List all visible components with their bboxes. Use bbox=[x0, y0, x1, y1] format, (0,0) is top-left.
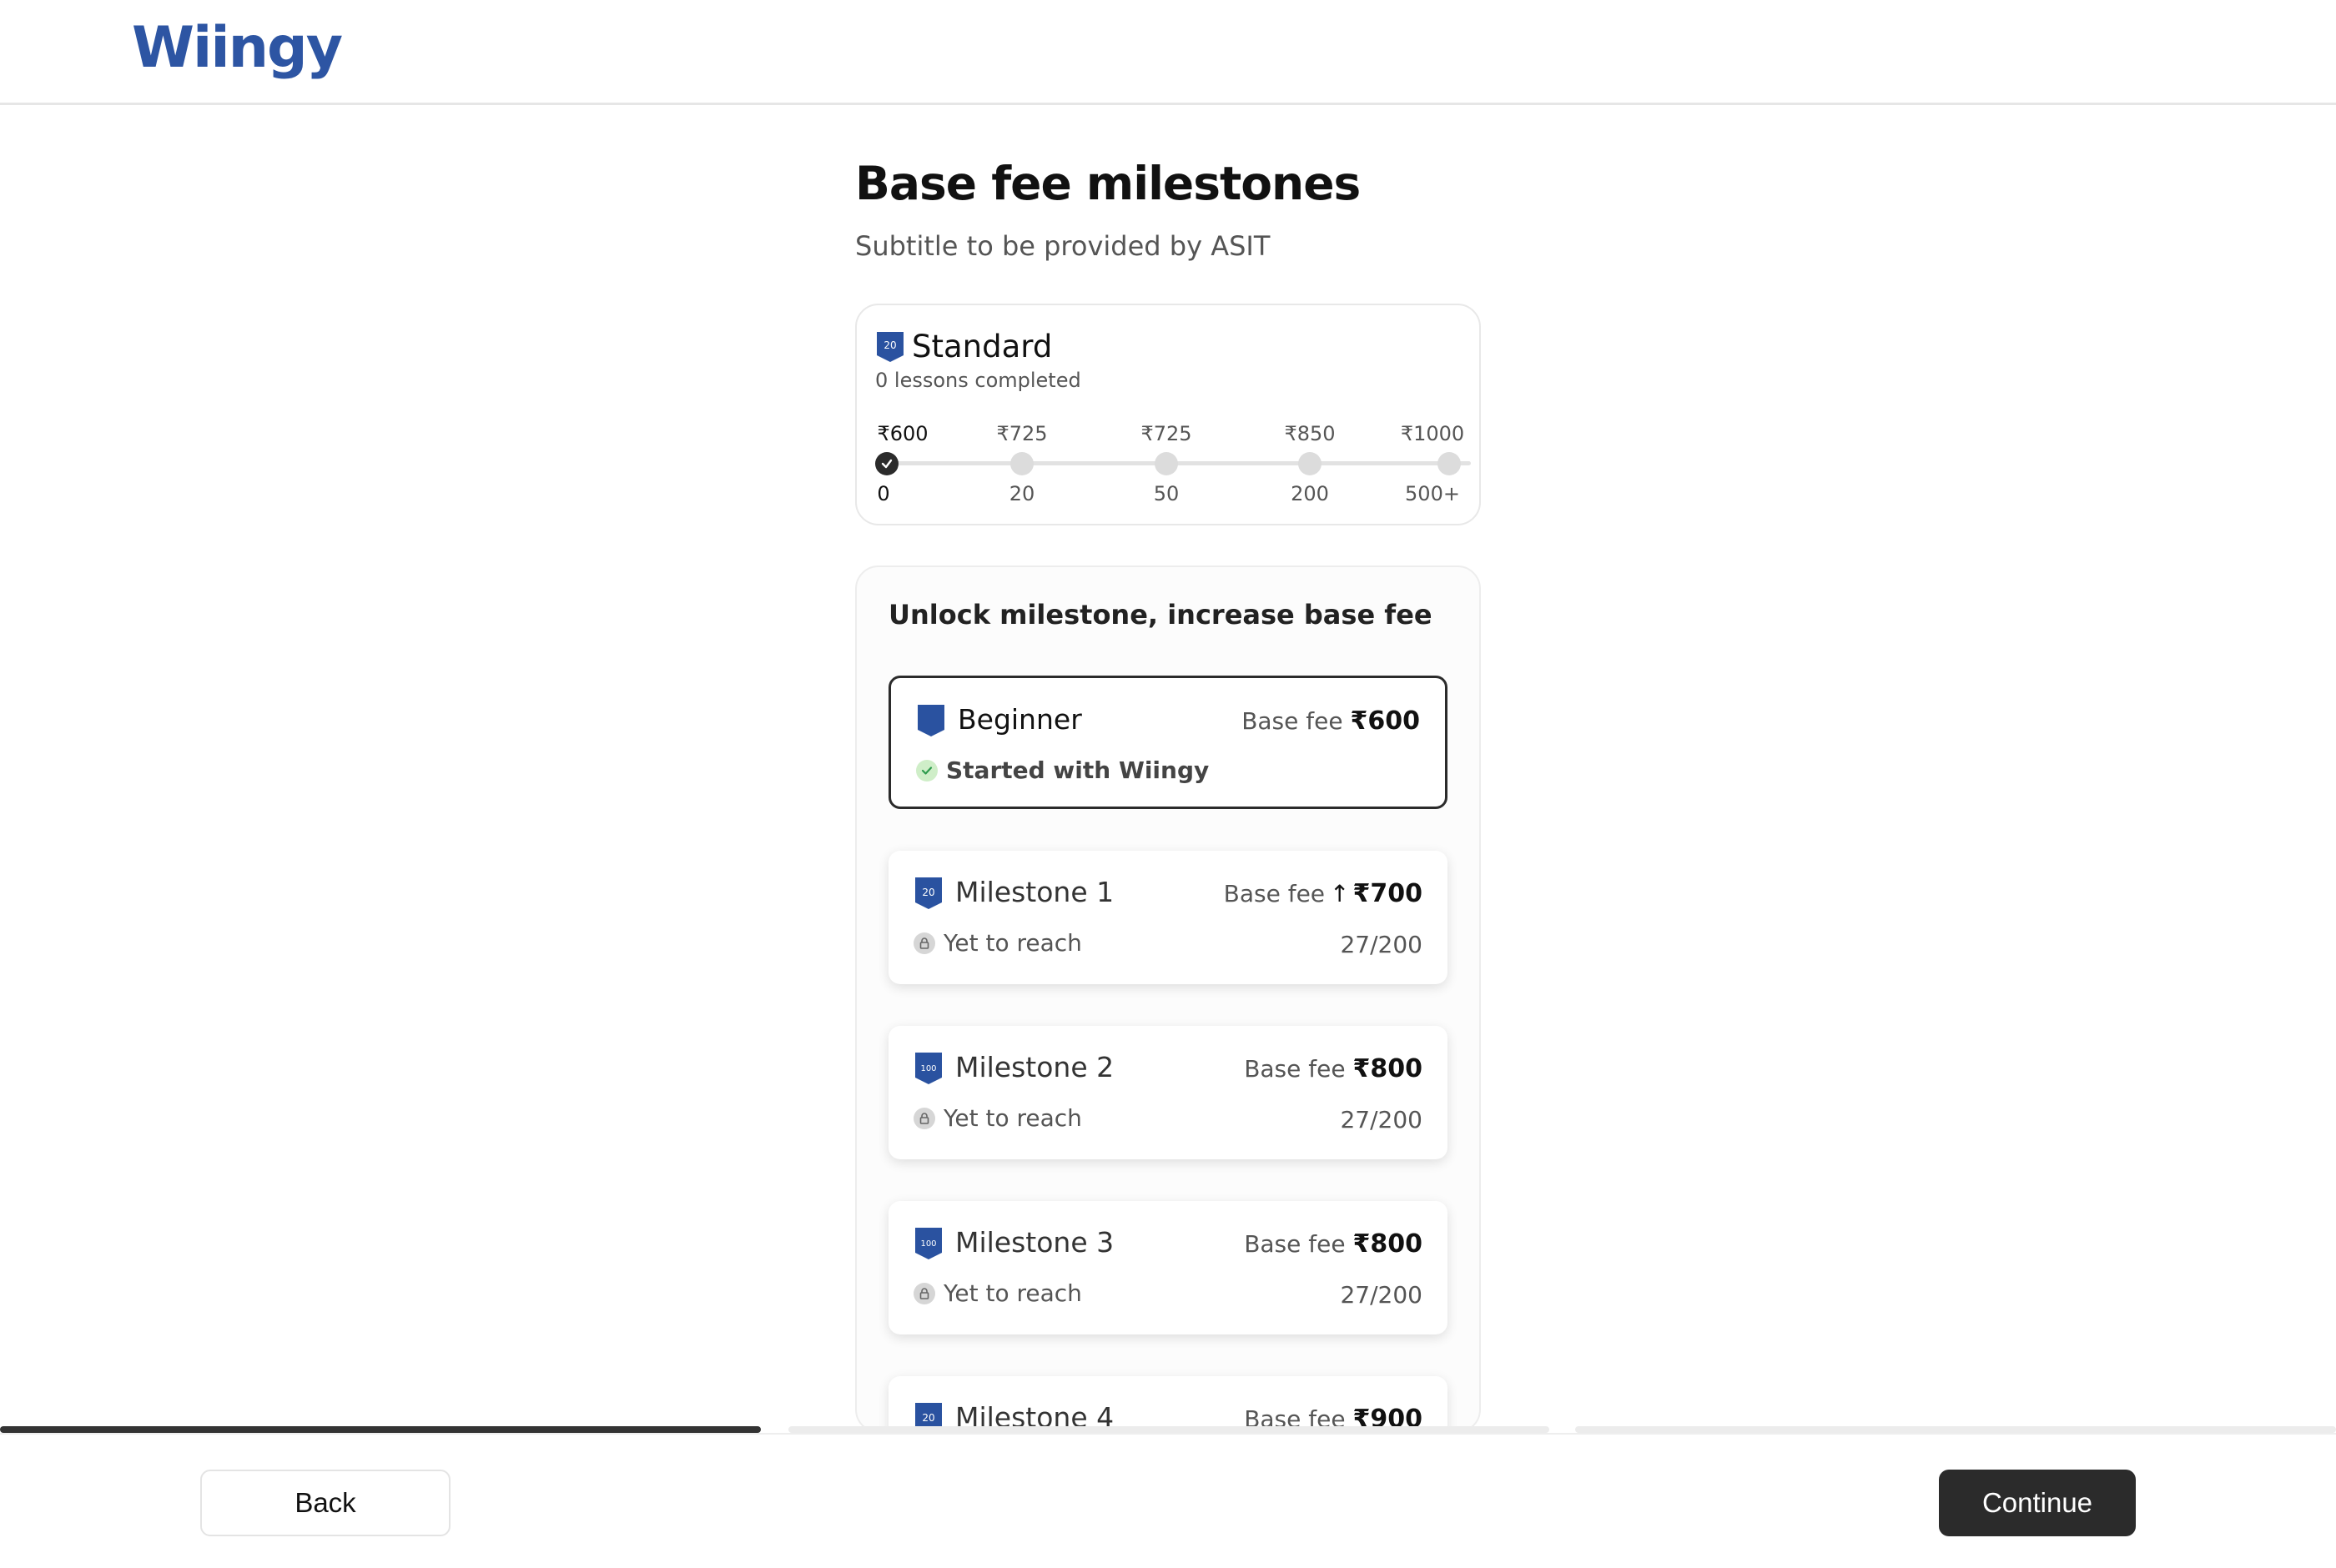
milestone-badge-text: 100 bbox=[920, 1064, 936, 1073]
milestone-card[interactable]: 20 Milestone 1 Base fee ↑ ₹700 Yet to reach 27… bbox=[889, 851, 1447, 984]
lock-icon bbox=[914, 932, 935, 954]
milestone-track bbox=[887, 461, 1471, 465]
milestone-card[interactable]: 100 Milestone 3 Base fee ₹800 Yet to reach 2… bbox=[889, 1201, 1447, 1334]
milestone-progress: 27/200 bbox=[1340, 1106, 1422, 1133]
milestone-fee: Base fee ₹800 bbox=[1244, 1054, 1422, 1083]
wiingy-logo[interactable]: Wiingy bbox=[132, 15, 343, 81]
milestone-status-text: Started with Wiingy bbox=[946, 756, 1210, 784]
milestone-fee: Base fee ↑ ₹700 bbox=[1224, 879, 1422, 908]
milestone-badge-icon: 100 bbox=[915, 1228, 942, 1259]
track-fee-label: ₹725 bbox=[1140, 422, 1192, 445]
step-progress-segment bbox=[0, 1426, 761, 1433]
base-fee-label: Base fee bbox=[1241, 707, 1343, 735]
tier-name: Standard bbox=[912, 329, 1053, 364]
track-fee-label: ₹600 bbox=[877, 422, 929, 445]
track-lesson-count: 500+ bbox=[1405, 482, 1460, 505]
track-point bbox=[1437, 452, 1461, 475]
base-fee-label: Base fee bbox=[1244, 1230, 1346, 1258]
milestone-name: Milestone 1 bbox=[955, 876, 1115, 908]
back-button[interactable]: Back bbox=[200, 1470, 451, 1536]
milestone-fee-amount: ₹800 bbox=[1352, 1054, 1423, 1083]
milestone-fee: Base fee ₹600 bbox=[1241, 706, 1420, 736]
track-point-current bbox=[875, 452, 899, 475]
track-point bbox=[1155, 452, 1178, 475]
lock-icon bbox=[914, 1283, 935, 1304]
milestone-status: Yet to reach bbox=[914, 1279, 1082, 1307]
milestones-panel-title: Unlock milestone, increase base fee bbox=[889, 599, 1432, 631]
milestone-fee: Base fee ₹800 bbox=[1244, 1229, 1422, 1259]
track-fee-label: ₹1000 bbox=[1400, 422, 1465, 445]
base-fee-label: Base fee bbox=[1223, 880, 1326, 907]
milestone-card[interactable]: 20 Milestone 4 Base fee ₹900 bbox=[889, 1376, 1447, 1431]
milestone-name: Beginner bbox=[958, 703, 1082, 736]
milestone-status-text: Yet to reach bbox=[944, 1279, 1082, 1307]
step-progress-segment bbox=[788, 1426, 1549, 1433]
track-point bbox=[1298, 452, 1322, 475]
track-lesson-count: 200 bbox=[1291, 482, 1329, 505]
track-lesson-count: 0 bbox=[877, 482, 890, 505]
tier-badge-icon: 20 bbox=[877, 332, 904, 362]
track-fee-label: ₹850 bbox=[1284, 422, 1336, 445]
page-title: Base fee milestones bbox=[855, 157, 1361, 210]
milestone-badge-icon bbox=[918, 705, 944, 736]
base-fee-label: Base fee bbox=[1244, 1055, 1346, 1083]
milestone-badge-text: 20 bbox=[922, 887, 934, 898]
milestone-badge-icon: 100 bbox=[915, 1053, 942, 1084]
arrow-up-icon: ↑ bbox=[1330, 880, 1350, 907]
milestone-card[interactable]: 100 Milestone 2 Base fee ₹800 Yet to reach 2… bbox=[889, 1026, 1447, 1159]
milestone-card[interactable]: Beginner Base fee ₹600 Started with Wiingy bbox=[889, 676, 1447, 809]
milestone-fee-amount: ₹800 bbox=[1352, 1229, 1423, 1259]
milestone-status-text: Yet to reach bbox=[944, 929, 1082, 957]
top-bar: Wiingy bbox=[0, 0, 2336, 105]
milestone-status: Started with Wiingy bbox=[916, 756, 1209, 784]
milestone-badge-icon: 20 bbox=[915, 877, 942, 909]
milestone-status: Yet to reach bbox=[914, 1104, 1082, 1132]
current-tier-card: 20 Standard 0 lessons completed ₹600 0 ₹72… bbox=[855, 304, 1481, 525]
check-circle-icon bbox=[916, 760, 938, 781]
lessons-completed: 0 lessons completed bbox=[875, 369, 1081, 392]
footer: Back Continue bbox=[0, 1433, 2336, 1568]
lock-icon bbox=[914, 1108, 935, 1129]
milestone-name: Milestone 3 bbox=[955, 1226, 1115, 1259]
milestones-panel: Unlock milestone, increase base fee Begi… bbox=[855, 565, 1481, 1433]
milestone-progress: 27/200 bbox=[1340, 1281, 1422, 1309]
tier-badge-text: 20 bbox=[884, 339, 896, 351]
step-progress-segment bbox=[1575, 1426, 2336, 1433]
milestone-badge-text: 100 bbox=[920, 1239, 936, 1249]
page-subtitle: Subtitle to be provided by ASIT bbox=[855, 230, 1271, 262]
track-lesson-count: 20 bbox=[1009, 482, 1035, 505]
check-icon bbox=[881, 459, 893, 469]
milestone-name: Milestone 2 bbox=[955, 1051, 1115, 1083]
milestone-fee-amount: ₹700 bbox=[1352, 879, 1423, 908]
milestone-fee-amount: ₹600 bbox=[1350, 706, 1421, 736]
milestone-status: Yet to reach bbox=[914, 929, 1082, 957]
continue-button[interactable]: Continue bbox=[1939, 1470, 2136, 1536]
track-fee-label: ₹725 bbox=[996, 422, 1048, 445]
milestone-progress: 27/200 bbox=[1340, 931, 1422, 958]
milestone-badge-text: 20 bbox=[922, 1412, 934, 1424]
track-point bbox=[1010, 452, 1034, 475]
track-lesson-count: 50 bbox=[1153, 482, 1180, 505]
milestone-status-text: Yet to reach bbox=[944, 1104, 1082, 1132]
